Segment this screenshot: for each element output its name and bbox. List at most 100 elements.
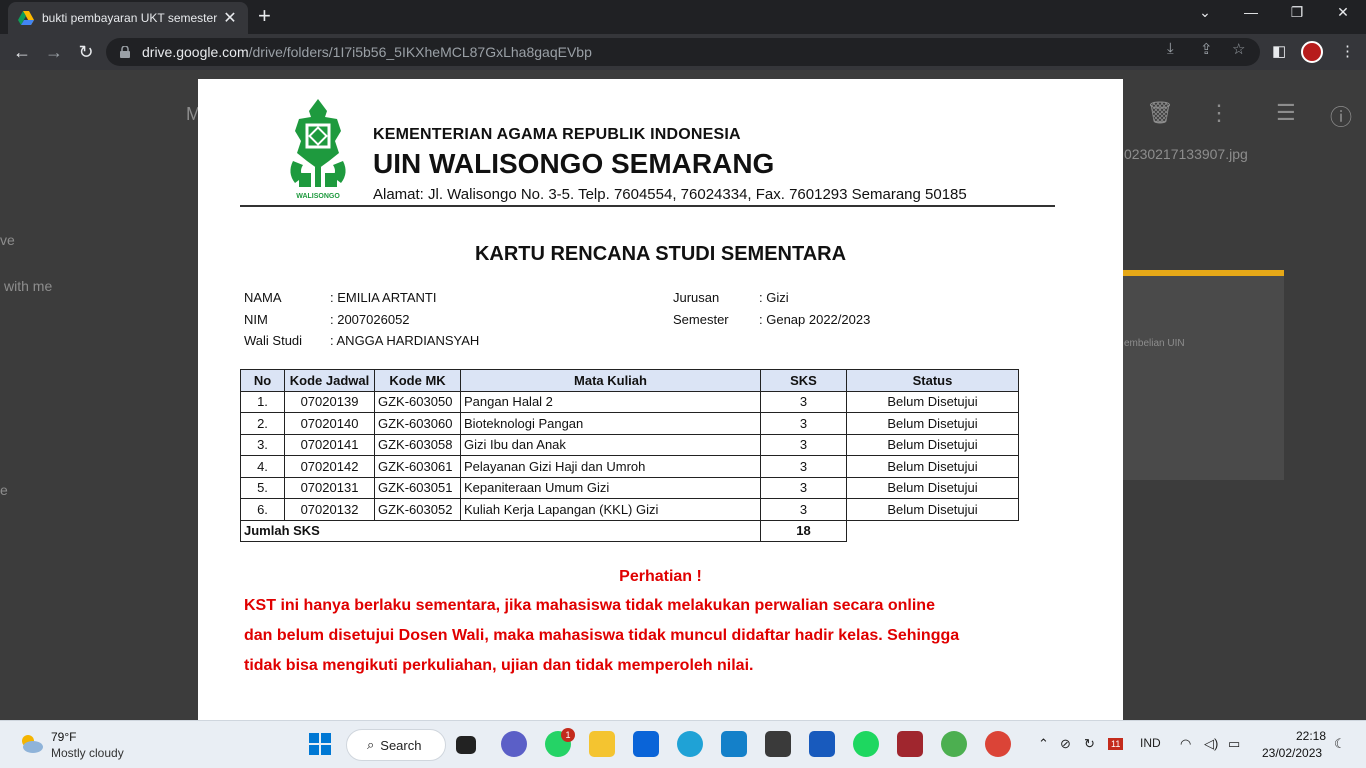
cell-mata-kuliah: Kuliah Kerja Lapangan (KKL) Gizi [460,498,761,521]
focus-moon-icon[interactable]: ☾ [1334,736,1346,752]
more-icon: ⋮ [1208,100,1230,125]
taskbar: 79°F Mostly cloudy ⌕ Search 1 ⌃ ⊘ ↻ 11 I… [0,720,1366,768]
clock-date[interactable]: 23/02/2023 [1262,746,1322,760]
table-row: 5. 07020131 GZK-603051 Kepaniteraan Umum… [240,476,1019,499]
table-row: 1. 07020139 GZK-603050 Pangan Halal 2 3 … [240,390,1019,413]
reload-button[interactable]: ↻ [74,40,98,64]
sync-off-icon[interactable]: ⊘ [1060,736,1071,752]
show-hidden-icons[interactable]: ⌃ [1038,736,1049,752]
cell-no: 5. [240,476,285,499]
wifi-icon[interactable]: ◠ [1180,736,1191,752]
refresh-icon[interactable]: ↻ [1084,736,1095,752]
cell-kode-jadwal: 07020131 [284,476,375,499]
table-row: 3. 07020141 GZK-603058 Gizi Ibu dan Anak… [240,433,1019,456]
cell-sks: 3 [760,498,847,521]
cell-sks: 3 [760,390,847,413]
taskbar-search[interactable]: ⌕ Search [346,729,446,761]
chat-icon[interactable] [501,731,527,757]
edge-icon[interactable] [677,731,703,757]
winrar-icon[interactable] [897,731,923,757]
browser-tab[interactable]: bukti pembayaran UKT semester ✕ [8,2,248,34]
ministry-heading: KEMENTERIAN AGAMA REPUBLIK INDONESIA [373,126,741,143]
wali-label: Wali Studi [244,333,303,348]
cell-status: Belum Disetujui [846,433,1019,456]
profile-avatar[interactable] [1301,41,1323,63]
cell-no: 2. [240,412,285,435]
weather-temperature[interactable]: 79°F [51,730,76,744]
restore-button[interactable]: ❐ [1274,4,1320,21]
header-sks: SKS [760,369,847,392]
file-explorer-icon[interactable] [589,731,615,757]
list-view-icon: ☰ [1276,100,1296,125]
nim-label: NIM [244,312,268,327]
share-icon[interactable]: ⇪ [1200,40,1213,58]
cell-kode-jadwal: 07020142 [284,455,375,478]
cell-no: 3. [240,433,285,456]
bookmark-star-icon[interactable]: ☆ [1232,40,1245,58]
cell-kode-mk: GZK-603050 [374,390,461,413]
url-text: drive.google.com/drive/folders/1I7i5b56_… [142,44,592,60]
language-indicator[interactable]: IND [1140,736,1161,750]
document-preview: WALISONGO KEMENTERIAN AGAMA REPUBLIK IND… [198,79,1123,720]
chrome-icon[interactable] [941,731,967,757]
cell-kode-jadwal: 07020141 [284,433,375,456]
header-mata-kuliah: Mata Kuliah [460,369,761,392]
header-kode-mk: Kode MK [374,369,461,392]
table-row: 6. 07020132 GZK-603052 Kuliah Kerja Lapa… [240,498,1019,521]
mail-icon[interactable] [633,731,659,757]
tab-title: bukti pembayaran UKT semester [42,11,218,25]
cell-sks: 3 [760,476,847,499]
tab-search-icon[interactable]: ⌄ [1182,4,1228,21]
warning-line-1: KST ini hanya berlaku sementara, jika ma… [244,597,935,614]
bg-file-thumbnail: embelian UIN [1120,270,1284,480]
bg-thumb-text: embelian UIN [1124,338,1185,349]
close-window-button[interactable]: ✕ [1320,4,1366,21]
cell-kode-mk: GZK-603061 [374,455,461,478]
app-l-icon[interactable] [721,731,747,757]
cell-sks: 3 [760,433,847,456]
wali-value: : ANGGA HARDIANSYAH [330,333,480,348]
bg-nav-shared: with me [4,278,53,294]
close-tab-icon[interactable]: ✕ [222,8,238,28]
weather-description[interactable]: Mostly cloudy [51,746,124,760]
trash-icon: 🗑 [1146,100,1174,125]
warning-line-3: tidak bisa mengikuti perkuliahan, ujian … [244,657,754,674]
header-no: No [240,369,285,392]
header-divider [240,205,1055,207]
header-status: Status [846,369,1019,392]
search-icon: ⌕ [367,737,375,752]
task-view-icon[interactable] [456,736,476,754]
back-button[interactable]: ← [10,40,34,64]
volume-icon[interactable]: ◁) [1204,736,1218,752]
total-label: Jumlah SKS [240,519,761,542]
cell-status: Belum Disetujui [846,390,1019,413]
cell-mata-kuliah: Pelayanan Gizi Haji dan Umroh [460,455,761,478]
battery-icon[interactable]: ▭ [1228,736,1240,752]
cell-mata-kuliah: Pangan Halal 2 [460,390,761,413]
minimize-button[interactable]: — [1228,4,1274,20]
word-icon[interactable] [809,731,835,757]
calendar-icon[interactable]: 11 [1108,738,1124,750]
total-row: Jumlah SKS 18 [240,519,1019,542]
spotify-icon[interactable] [853,731,879,757]
warning-heading: Perhatian ! [619,568,702,585]
install-app-icon[interactable]: ⤓ [1167,40,1174,57]
cell-mata-kuliah: Gizi Ibu dan Anak [460,433,761,456]
clock-time[interactable]: 22:18 [1296,729,1326,743]
jurusan-label: Jurusan [673,290,720,305]
nama-value: : EMILIA ARTANTI [330,290,437,305]
document-title: KARTU RENCANA STUDI SEMENTARA [474,243,847,265]
side-panel-icon[interactable]: ◧ [1272,42,1286,60]
search-label: Search [380,737,422,753]
address-bar[interactable]: drive.google.com/drive/folders/1I7i5b56_… [106,38,1260,66]
new-tab-button[interactable]: + [258,5,271,27]
cell-sks: 3 [760,412,847,435]
notepad-icon[interactable] [765,731,791,757]
windows-start-icon[interactable] [307,731,333,757]
nama-label: NAMA [244,290,282,305]
chrome-active-icon[interactable] [985,731,1011,757]
menu-dots-icon[interactable]: ⋮ [1340,42,1355,60]
forward-button[interactable]: → [42,40,66,64]
cloudy-weather-icon[interactable] [18,732,44,754]
table-header-row: No Kode Jadwal Kode MK Mata Kuliah SKS S… [240,369,1019,392]
